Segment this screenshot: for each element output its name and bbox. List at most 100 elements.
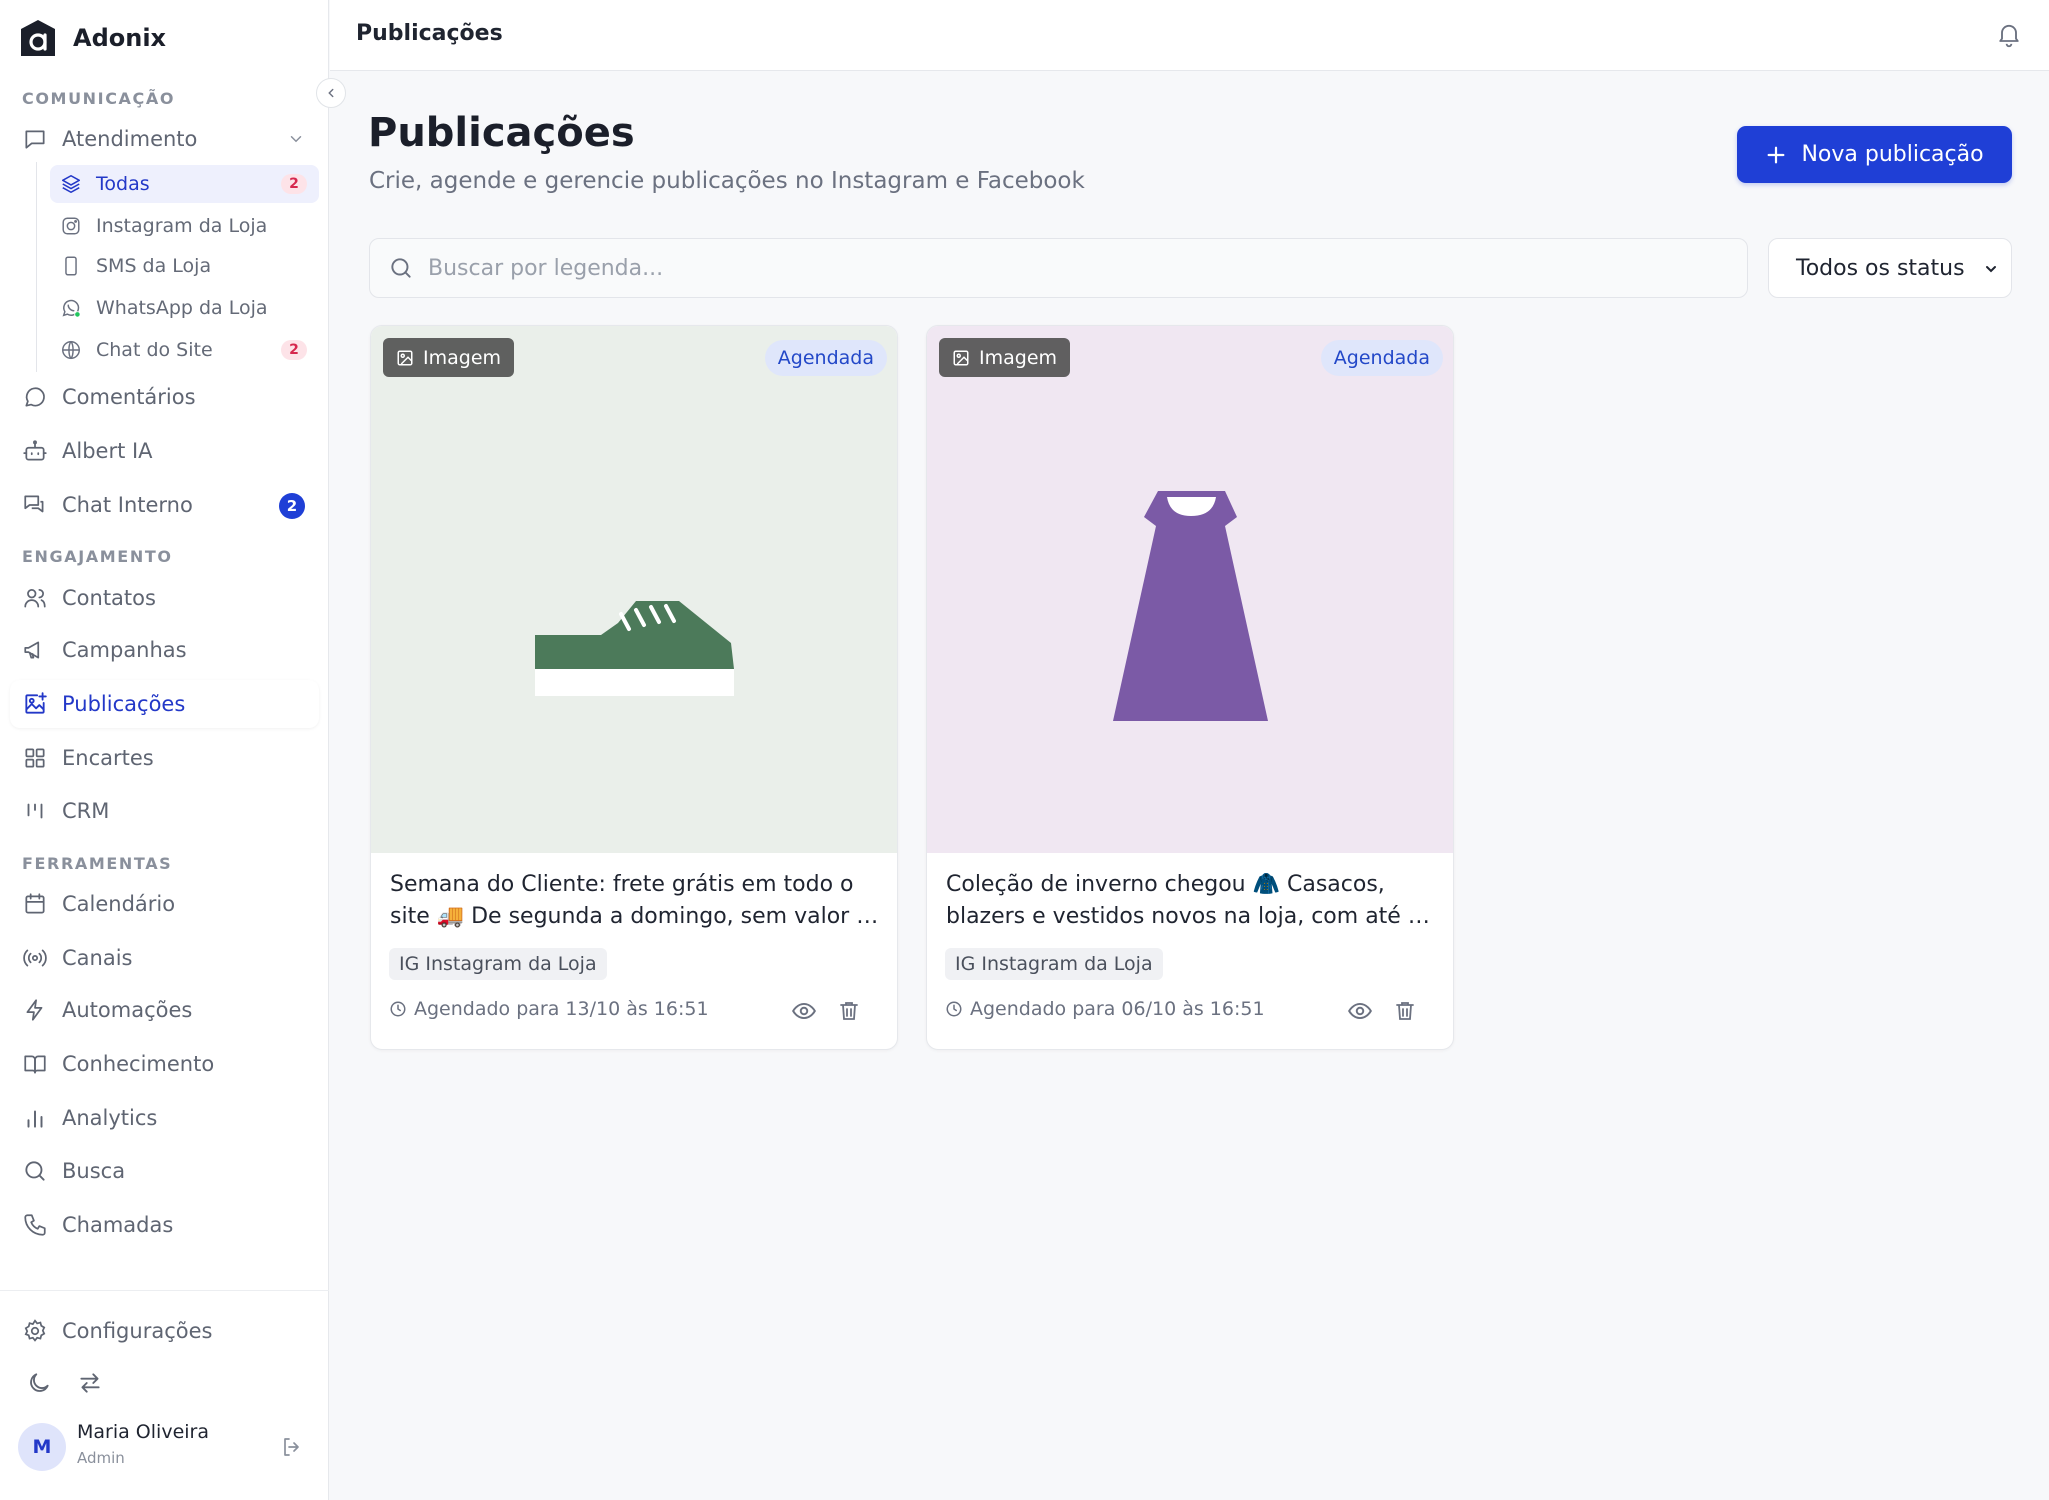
- post-caption: Coleção de inverno chegou 🧥 Casacos, bla…: [946, 869, 1436, 933]
- sidebar-subitem-todas[interactable]: Todas 2: [50, 165, 319, 203]
- dress-illustration: [1113, 491, 1268, 721]
- sidebar-item-chat-interno[interactable]: Chat Interno 2: [10, 481, 319, 529]
- sidebar-item-analytics[interactable]: Analytics: [10, 1094, 319, 1142]
- channel-label: IG Instagram da Loja: [955, 953, 1153, 975]
- status-badge: Agendada: [1320, 340, 1443, 376]
- avatar[interactable]: M: [18, 1423, 66, 1471]
- section-engajamento: ENGAJAMENTO: [22, 547, 173, 566]
- globe-icon: [62, 340, 80, 360]
- schedule-label: Agendado para 13/10 às 16:51: [414, 998, 709, 1020]
- user-name: Maria Oliveira: [77, 1421, 209, 1443]
- tree-line: [36, 162, 37, 372]
- post-media[interactable]: Imagem Agendada: [927, 326, 1453, 853]
- section-ferramentas: FERRAMENTAS: [22, 854, 173, 873]
- eye-icon: [792, 1002, 816, 1020]
- chevron-left-icon: [328, 88, 334, 98]
- sidebar-subitem-chat-site[interactable]: Chat do Site 2: [50, 331, 319, 369]
- sidebar-item-comentarios[interactable]: Comentários: [10, 373, 319, 421]
- sidebar-item-canais[interactable]: Canais: [10, 934, 319, 982]
- unread-badge: 2: [279, 493, 305, 519]
- sidebar-item-calendario[interactable]: Calendário: [10, 880, 319, 928]
- theme-toggle-button[interactable]: [24, 1368, 54, 1398]
- gear-icon: [24, 1319, 46, 1342]
- post-card[interactable]: Imagem Agendada Semana do Cliente: frete…: [370, 325, 898, 1050]
- search-input[interactable]: [428, 255, 1708, 281]
- messages-icon: [24, 495, 44, 513]
- delete-button[interactable]: [834, 996, 864, 1026]
- brand-name: Adonix: [73, 24, 167, 52]
- page-subtitle: Crie, agende e gerencie publicações no I…: [369, 168, 1085, 194]
- search-icon: [391, 258, 411, 278]
- search-box[interactable]: [369, 238, 1748, 298]
- radio-icon: [23, 949, 47, 967]
- sidebar-subitem-instagram[interactable]: Instagram da Loja: [50, 207, 319, 245]
- chevron-down-icon: [1986, 266, 1996, 273]
- bell-icon[interactable]: [1995, 20, 2023, 48]
- sidebar-item-campanhas[interactable]: Campanhas: [10, 626, 319, 674]
- status-label: Agendada: [1333, 347, 1430, 369]
- sidebar-item-label: Canais: [62, 946, 133, 970]
- topbar: Publicações: [330, 0, 2049, 71]
- media-type-chip: Imagem: [939, 338, 1071, 377]
- sidebar-item-label: Chamadas: [62, 1213, 174, 1237]
- layers-icon: [61, 174, 81, 194]
- section-comunicacao: COMUNICAÇÃO: [22, 89, 176, 108]
- sidebar-item-conhecimento[interactable]: Conhecimento: [10, 1040, 319, 1088]
- clock-icon: [390, 1001, 406, 1017]
- sidebar-subitem-whatsapp[interactable]: WhatsApp da Loja: [50, 289, 319, 327]
- preview-button[interactable]: [1345, 996, 1375, 1026]
- subitem-label: WhatsApp da Loja: [96, 297, 268, 319]
- sidebar-item-chamadas[interactable]: Chamadas: [10, 1201, 319, 1249]
- preview-button[interactable]: [789, 996, 819, 1026]
- collapse-sidebar-button[interactable]: [316, 78, 346, 108]
- divider: [0, 1290, 329, 1291]
- count-badge: 2: [281, 174, 307, 194]
- instagram-icon: [62, 217, 80, 235]
- bot-icon: [23, 440, 47, 461]
- sidebar-item-crm[interactable]: CRM: [10, 787, 319, 835]
- megaphone-icon: [24, 641, 40, 659]
- caption-line: Semana do Cliente: frete grátis em todo …: [390, 872, 854, 897]
- channel-tag: IG Instagram da Loja: [389, 948, 607, 980]
- sidebar-item-label: CRM: [62, 799, 110, 823]
- search-icon: [25, 1161, 45, 1181]
- post-media[interactable]: Imagem Agendada: [371, 326, 897, 853]
- sidebar-item-label: Atendimento: [62, 127, 198, 151]
- sidebar-item-publicacoes[interactable]: Publicações: [10, 680, 319, 728]
- topbar-title: Publicações: [356, 21, 503, 46]
- grid-icon: [25, 748, 45, 768]
- chevron-down-icon[interactable]: [287, 130, 305, 148]
- message-square-icon: [25, 130, 45, 149]
- page-title: Publicações: [368, 110, 635, 156]
- sidebar-item-automacoes[interactable]: Automações: [10, 986, 319, 1034]
- post-card[interactable]: Imagem Agendada Coleção de inverno chego…: [926, 325, 1454, 1050]
- phone-icon: [24, 1214, 46, 1236]
- sidebar-item-atendimento[interactable]: Atendimento: [10, 115, 319, 163]
- sidebar-item-label: Encartes: [62, 746, 154, 770]
- sidebar-subitem-sms[interactable]: SMS da Loja: [50, 247, 319, 285]
- sidebar-item-encartes[interactable]: Encartes: [10, 734, 319, 782]
- sidebar-item-contatos[interactable]: Contatos: [10, 574, 319, 622]
- sidebar-item-albert-ia[interactable]: Albert IA: [10, 427, 319, 475]
- status-filter-select[interactable]: Todos os status: [1768, 238, 2012, 298]
- zap-icon: [26, 999, 43, 1021]
- switch-account-button[interactable]: [75, 1368, 105, 1398]
- trash-icon: [840, 1002, 858, 1020]
- sidebar-item-label: Contatos: [62, 586, 156, 610]
- logout-button[interactable]: [277, 1432, 307, 1462]
- image-plus-icon: [25, 692, 47, 714]
- sidebar-item-label: Analytics: [62, 1106, 158, 1130]
- schedule-info: Agendado para 06/10 às 16:51: [945, 998, 1265, 1020]
- subitem-label: Instagram da Loja: [96, 215, 268, 237]
- sidebar-item-label: Albert IA: [62, 439, 153, 463]
- sidebar-item-configuracoes[interactable]: Configurações: [10, 1307, 319, 1355]
- count-badge: 2: [281, 340, 307, 360]
- sidebar-item-busca[interactable]: Busca: [10, 1147, 319, 1195]
- new-post-label: Nova publicação: [1801, 142, 1984, 167]
- delete-button[interactable]: [1390, 996, 1420, 1026]
- message-circle-icon: [25, 387, 45, 407]
- new-post-button[interactable]: Nova publicação: [1737, 126, 2012, 183]
- brand[interactable]: Adonix: [18, 18, 166, 58]
- image-icon: [953, 350, 969, 365]
- eye-icon: [1348, 1002, 1372, 1020]
